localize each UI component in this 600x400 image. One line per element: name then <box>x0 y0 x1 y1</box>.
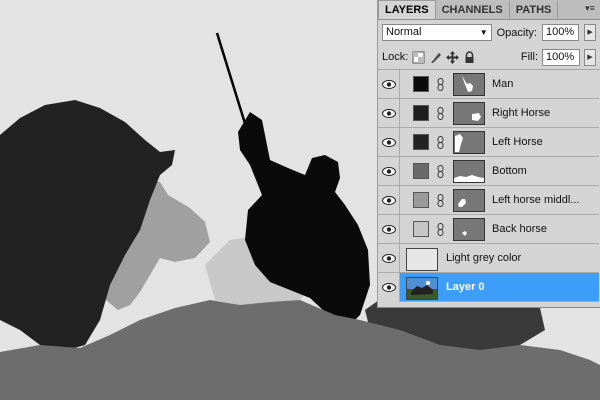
visibility-eye-icon[interactable] <box>378 243 400 273</box>
layer-row-left-horse-middle[interactable]: Left horse middl... <box>378 185 599 215</box>
fill-label: Fill: <box>520 51 538 63</box>
layer-name: Left Horse <box>492 136 543 148</box>
layer-fill-swatch <box>413 192 429 208</box>
layer-row-back-horse[interactable]: Back horse <box>378 214 599 244</box>
layer-fill-swatch <box>413 221 429 237</box>
layer-name: Back horse <box>492 223 548 235</box>
blend-mode-select[interactable]: Normal ▼ <box>382 24 492 41</box>
layer-fill-swatch <box>413 163 429 179</box>
visibility-eye-icon[interactable] <box>378 98 400 128</box>
link-chain-icon <box>437 165 444 178</box>
layer-mask-thumbnail[interactable] <box>453 73 485 96</box>
lock-transparent-pixels-icon[interactable] <box>412 51 425 64</box>
link-chain-icon <box>437 223 444 236</box>
layer-fill-swatch <box>413 76 429 92</box>
layer-fill-swatch <box>413 105 429 121</box>
layers-panel: LAYERS CHANNELS PATHS ▾≡ Normal ▼ Opacit… <box>377 0 600 308</box>
layer-thumbnail[interactable] <box>406 248 438 271</box>
layer-row-right-horse[interactable]: Right Horse <box>378 98 599 128</box>
lock-position-icon[interactable] <box>446 50 460 64</box>
fill-field[interactable]: 100% <box>542 48 580 66</box>
visibility-eye-icon[interactable] <box>378 69 400 99</box>
visibility-eye-icon[interactable] <box>378 214 400 244</box>
layer-name: Bottom <box>492 165 527 177</box>
panel-tab-bar: LAYERS CHANNELS PATHS ▾≡ <box>378 0 600 20</box>
visibility-eye-icon[interactable] <box>378 156 400 186</box>
lock-label: Lock: <box>382 51 409 63</box>
chevron-down-icon: ▼ <box>479 28 488 37</box>
layer-row-bottom[interactable]: Bottom <box>378 156 599 186</box>
layer-mask-thumbnail[interactable] <box>453 189 485 212</box>
layer-row-man[interactable]: Man <box>378 69 599 99</box>
link-chain-icon <box>437 194 444 207</box>
lock-image-pixels-icon[interactable] <box>429 51 442 64</box>
layer-fill-swatch <box>413 134 429 150</box>
visibility-eye-icon[interactable] <box>378 272 400 302</box>
blend-mode-value: Normal <box>386 26 422 38</box>
opacity-stepper-arrow-icon[interactable]: ▶ <box>584 24 597 41</box>
link-chain-icon <box>437 78 444 91</box>
layer-mask-thumbnail[interactable] <box>453 131 485 154</box>
layer-photo-thumbnail[interactable] <box>406 277 438 300</box>
link-chain-icon <box>437 136 444 149</box>
tab-paths[interactable]: PATHS <box>510 1 559 19</box>
fill-stepper-arrow-icon[interactable]: ▶ <box>584 48 596 66</box>
layer-row-left-horse[interactable]: Left Horse <box>378 127 599 157</box>
opacity-label: Opacity: <box>496 26 537 39</box>
link-chain-icon <box>437 107 444 120</box>
layer-name: Left horse middl... <box>492 194 580 206</box>
lock-all-icon[interactable] <box>463 50 476 64</box>
layer-name: Man <box>492 78 514 90</box>
blend-opacity-row: Normal ▼ Opacity: 100% ▶ <box>378 20 600 45</box>
layer-mask-thumbnail[interactable] <box>453 160 485 183</box>
opacity-field[interactable]: 100% <box>541 24 580 41</box>
layer-row-light-grey-color[interactable]: Light grey color <box>378 243 599 273</box>
panel-menu-icon[interactable]: ▾≡ <box>584 3 596 14</box>
tab-layers[interactable]: LAYERS <box>378 0 436 19</box>
layers-list: Man Right Horse Left Horse Bottom Left h… <box>378 69 599 302</box>
visibility-eye-icon[interactable] <box>378 127 400 157</box>
lock-fill-row: Lock: Fill: 100% ▶ <box>378 45 600 70</box>
layer-name: Layer 0 <box>446 281 485 293</box>
layer-row-layer-0[interactable]: Layer 0 <box>378 272 599 302</box>
visibility-eye-icon[interactable] <box>378 185 400 215</box>
tab-channels[interactable]: CHANNELS <box>436 1 510 19</box>
layer-mask-thumbnail[interactable] <box>453 102 485 125</box>
layer-name: Light grey color <box>446 252 522 264</box>
layer-mask-thumbnail[interactable] <box>453 218 485 241</box>
layer-name: Right Horse <box>492 107 551 119</box>
